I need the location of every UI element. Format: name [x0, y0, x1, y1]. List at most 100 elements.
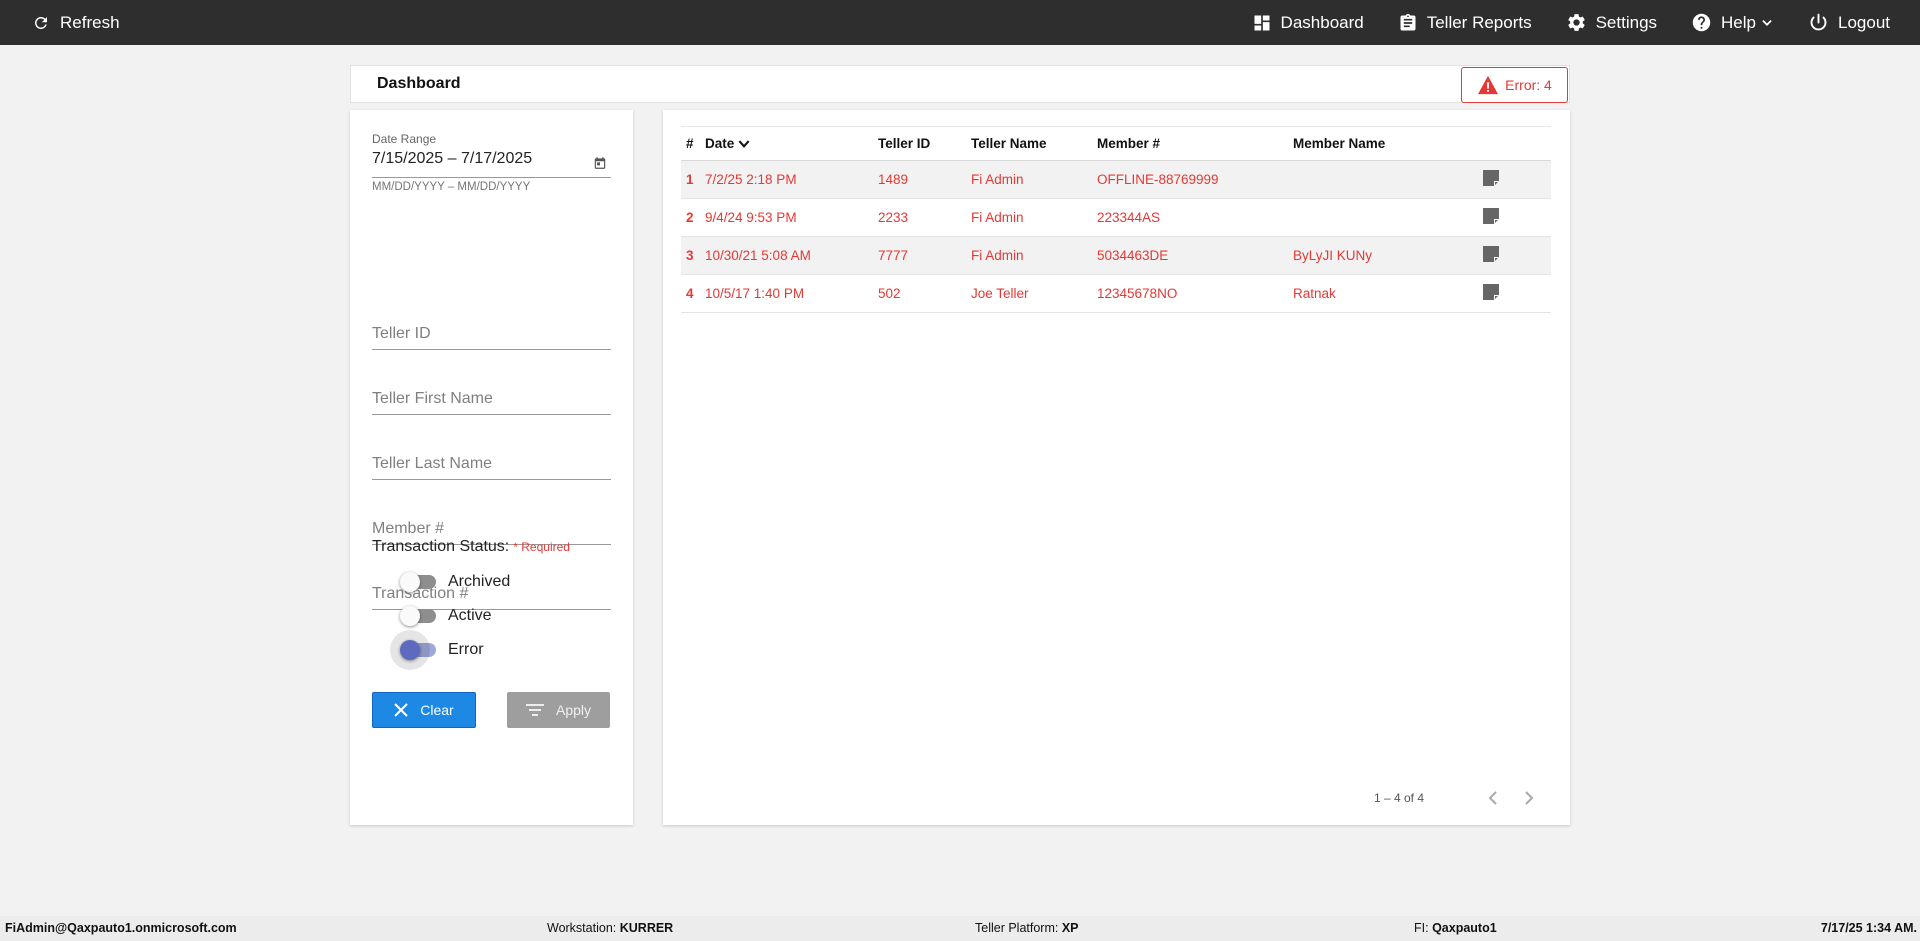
error-switch[interactable] [390, 630, 436, 670]
chevron-left-icon[interactable] [1486, 790, 1500, 806]
switch-knob [400, 640, 420, 660]
calendar-icon[interactable] [593, 156, 607, 170]
apply-button[interactable]: Apply [507, 692, 610, 728]
nav-settings-label: Settings [1595, 12, 1658, 32]
row-number: 4 [681, 274, 705, 313]
nav-teller-reports[interactable]: Teller Reports [1398, 0, 1532, 45]
table-row[interactable]: 2 9/4/24 9:53 PM 2233 Fi Admin 223344AS [681, 198, 1551, 237]
row-member-number: 12345678NO [1097, 274, 1293, 313]
active-switch[interactable] [400, 606, 436, 626]
status-toggle-archived[interactable]: Archived [400, 570, 511, 594]
row-date: 9/4/24 9:53 PM [705, 198, 878, 237]
footer-datetime-value: 7/17/25 1:34 AM. [1820, 921, 1917, 935]
column-header-teller-name: Teller Name [971, 126, 1097, 161]
nav-help[interactable]: Help [1691, 0, 1774, 45]
nav-logout[interactable]: Logout [1808, 0, 1890, 45]
row-member-name: ByLyJI KUNy [1293, 236, 1483, 275]
switch-knob [400, 606, 420, 626]
nav-help-label: Help [1721, 12, 1756, 32]
row-notes-cell [1483, 198, 1551, 237]
help-icon [1692, 13, 1711, 32]
row-member-number: 5034463DE [1097, 236, 1293, 275]
row-member-name: Ratnak [1293, 274, 1483, 313]
transactions-table: # Date Teller ID Teller Name Member # Me… [681, 126, 1551, 313]
row-teller-id: 2233 [878, 198, 971, 237]
row-member-number: OFFLINE-88769999 [1097, 160, 1293, 199]
row-teller-id: 502 [878, 274, 971, 313]
error-label: Error [448, 641, 484, 658]
row-teller-name: Joe Teller [971, 274, 1097, 313]
refresh-label: Refresh [60, 12, 120, 32]
footer-fi-label: FI: [1414, 921, 1429, 935]
teller-id-input[interactable] [372, 318, 611, 349]
teller-first-name-field [372, 383, 611, 415]
pager-range: 1 – 4 of 4 [1373, 791, 1424, 805]
filter-icon [525, 704, 544, 716]
apply-label: Apply [555, 702, 592, 718]
column-header-member-number: Member # [1097, 126, 1293, 161]
row-notes-cell [1483, 274, 1551, 313]
error-count-button[interactable]: Error: 4 [1461, 67, 1568, 103]
teller-last-name-input[interactable] [372, 448, 611, 479]
row-teller-name: Fi Admin [971, 236, 1097, 275]
nav-teller-reports-label: Teller Reports [1426, 12, 1532, 32]
sort-descending-icon [738, 140, 750, 149]
row-member-number: 223344AS [1097, 198, 1293, 237]
chevron-right-icon[interactable] [1522, 790, 1536, 806]
row-teller-name: Fi Admin [971, 160, 1097, 199]
table-row[interactable]: 3 10/30/21 5:08 AM 7777 Fi Admin 5034463… [681, 236, 1551, 275]
row-number: 2 [681, 198, 705, 237]
paginator: 1 – 4 of 4 [1374, 786, 1536, 810]
status-footer: FiAdmin@Qaxpauto1.onmicrosoft.com Workst… [0, 916, 1920, 941]
error-count-label: Error: 4 [1505, 77, 1552, 93]
row-teller-id: 7777 [878, 236, 971, 275]
footer-workstation-label: Workstation: [547, 921, 617, 935]
dashboard-header: Dashboard Error: 4 [350, 65, 1570, 103]
row-number: 1 [681, 160, 705, 199]
refresh-button[interactable]: Refresh [32, 0, 120, 45]
chevron-down-icon [1762, 19, 1772, 26]
status-toggle-error[interactable]: Error [390, 630, 484, 670]
results-panel: # Date Teller ID Teller Name Member # Me… [663, 110, 1570, 825]
nav-dashboard-label: Dashboard [1280, 12, 1364, 32]
table-row[interactable]: 4 10/5/17 1:40 PM 502 Joe Teller 1234567… [681, 274, 1551, 313]
note-icon[interactable] [1483, 170, 1499, 186]
date-range-input[interactable]: 7/15/2025 – 7/17/2025 [372, 150, 611, 178]
archived-switch[interactable] [400, 572, 436, 592]
nav-dashboard[interactable]: Dashboard [1252, 0, 1364, 45]
footer-platform-value: XP [1061, 921, 1079, 935]
footer-workstation: Workstation: KURRER [547, 921, 673, 935]
row-number: 3 [681, 236, 705, 275]
footer-fi-value: Qaxpauto1 [1432, 921, 1497, 935]
nav-settings[interactable]: Settings [1566, 0, 1657, 45]
transaction-status-text: Transaction Status: [372, 538, 510, 555]
footer-fi: FI: Qaxpauto1 [1414, 921, 1497, 935]
row-date: 10/30/21 5:08 AM [705, 236, 878, 275]
row-teller-name: Fi Admin [971, 198, 1097, 237]
row-date: 10/5/17 1:40 PM [705, 274, 878, 313]
archived-label: Archived [448, 573, 511, 590]
footer-workstation-value: KURRER [619, 921, 674, 935]
note-icon[interactable] [1483, 208, 1499, 224]
row-member-name [1293, 198, 1483, 237]
column-header-teller-id: Teller ID [878, 126, 971, 161]
row-notes-cell [1483, 236, 1551, 275]
status-toggle-active[interactable]: Active [400, 604, 492, 628]
footer-user: FiAdmin@Qaxpauto1.onmicrosoft.com [5, 921, 237, 935]
row-teller-id: 1489 [878, 160, 971, 199]
date-range-hint: MM/DD/YYYY – MM/DD/YYYY [372, 181, 531, 193]
column-header-member-name: Member Name [1293, 126, 1483, 161]
note-icon[interactable] [1483, 284, 1499, 300]
nav-logout-label: Logout [1838, 12, 1890, 32]
required-indicator: * Required [513, 540, 570, 554]
warning-icon [1478, 75, 1499, 95]
table-row[interactable]: 1 7/2/25 2:18 PM 1489 Fi Admin OFFLINE-8… [681, 160, 1551, 199]
teller-first-name-input[interactable] [372, 383, 611, 414]
column-header-date[interactable]: Date [705, 126, 878, 161]
note-icon[interactable] [1483, 246, 1499, 262]
row-member-name [1293, 160, 1483, 199]
footer-platform-label: Teller Platform: [975, 921, 1059, 935]
clear-button[interactable]: Clear [372, 692, 476, 728]
teller-last-name-field [372, 448, 611, 480]
page-title: Dashboard [377, 75, 461, 92]
